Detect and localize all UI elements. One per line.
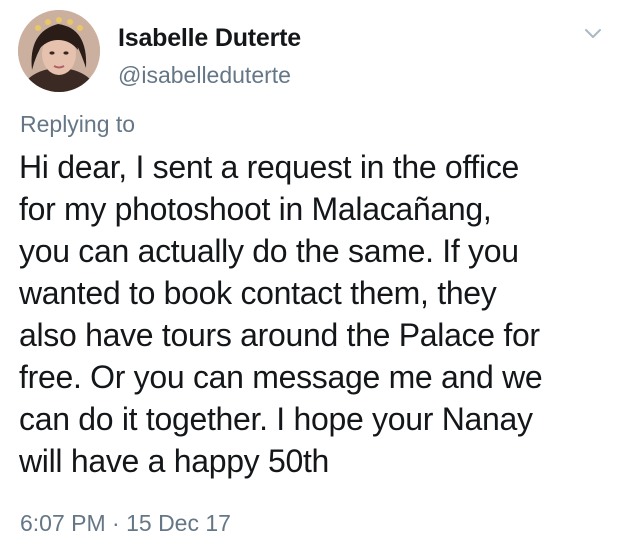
tweet-text: Hi dear, I sent a request in the office … [19,146,609,482]
replying-to-label: Replying to [20,111,136,137]
tweet-header: Isabelle Duterte @isabelleduterte [18,10,608,94]
author-name[interactable]: Isabelle Duterte [118,24,301,53]
chevron-down-icon[interactable] [582,22,604,44]
tweet: Isabelle Duterte @isabelleduterte Replyi… [0,0,620,555]
author-handle[interactable]: @isabelleduterte [118,62,291,89]
tweet-text-line: you can actually do the same. If you [19,233,519,269]
tweet-text-line: also have tours around the Palace for [19,317,540,353]
tweet-text-line: wanted to book contact them, they [19,275,497,311]
profile-photo-icon [18,10,100,92]
timestamp[interactable]: 6:07 PM · 15 Dec 17 [20,510,231,537]
tweet-text-line: for my photoshoot in Malacañang, [19,191,492,227]
tweet-text-line: Hi dear, I sent a request in the office [19,149,520,185]
avatar[interactable] [18,10,100,92]
tweet-text-line: free. Or you can message me and we [19,359,543,395]
tweet-text-line: can do it together. I hope your Nanay [19,401,533,437]
tweet-text-line: will have a happy 50th [19,443,330,479]
